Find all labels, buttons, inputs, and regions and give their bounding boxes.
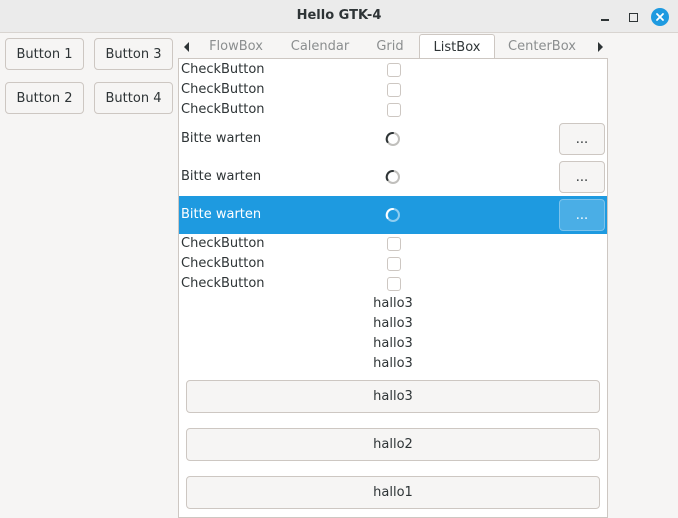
checkbox[interactable]: [387, 257, 401, 271]
close-icon: [656, 13, 664, 21]
checkbutton-label: CheckButton: [181, 276, 265, 291]
checkbox[interactable]: [387, 83, 401, 97]
checkbox[interactable]: [387, 63, 401, 77]
button-2[interactable]: Button 2: [5, 82, 84, 114]
spinner-icon: [385, 208, 400, 222]
minimize-button[interactable]: [595, 7, 615, 27]
more-button[interactable]: ...: [559, 123, 605, 155]
maximize-icon: [628, 12, 638, 22]
tab-listbox[interactable]: ListBox: [419, 34, 495, 60]
more-button[interactable]: ...: [559, 161, 605, 193]
list-item[interactable]: Bitte warten ...: [179, 158, 607, 196]
title-bar: Hello GTK-4: [0, 0, 678, 33]
tab-calendar[interactable]: Calendar: [282, 34, 358, 59]
hallo3-button[interactable]: hallo3: [186, 380, 600, 413]
chevron-right-icon: [597, 41, 603, 52]
list-item[interactable]: CheckButton: [179, 80, 607, 100]
list-item-selected[interactable]: Bitte warten ...: [179, 196, 607, 234]
notebook-tabs: FlowBox Calendar Grid ListBox CenterBox: [178, 34, 608, 60]
button-4[interactable]: Button 4: [94, 82, 173, 114]
checkbox[interactable]: [387, 277, 401, 291]
wait-label: Bitte warten: [181, 131, 262, 146]
hallo-label: hallo3: [373, 356, 413, 371]
listbox-panel: CheckButton CheckButton CheckButton Bitt…: [178, 58, 608, 518]
close-button[interactable]: [651, 8, 669, 26]
checkbox[interactable]: [387, 237, 401, 251]
button-3[interactable]: Button 3: [94, 38, 173, 70]
checkbutton-label: CheckButton: [181, 102, 265, 117]
window-title: Hello GTK-4: [296, 8, 382, 23]
list-item[interactable]: CheckButton: [179, 100, 607, 120]
tab-centerbox[interactable]: CenterBox: [500, 34, 584, 59]
hallo1-button[interactable]: hallo1: [186, 476, 600, 509]
spinner-icon: [385, 170, 400, 184]
wait-label: Bitte warten: [181, 169, 262, 184]
tab-flowbox[interactable]: FlowBox: [200, 34, 272, 59]
hallo-label: hallo3: [373, 296, 413, 311]
checkbutton-label: CheckButton: [181, 256, 265, 271]
hallo-label: hallo3: [373, 336, 413, 351]
list-item[interactable]: CheckButton: [179, 274, 607, 294]
minimize-icon: [601, 19, 609, 21]
checkbutton-label: CheckButton: [181, 62, 265, 77]
wait-label: Bitte warten: [181, 207, 262, 222]
checkbox[interactable]: [387, 103, 401, 117]
maximize-button[interactable]: [623, 7, 643, 27]
tab-grid[interactable]: Grid: [366, 34, 414, 59]
hallo-label: hallo3: [373, 316, 413, 331]
list-item[interactable]: CheckButton: [179, 60, 607, 80]
button-1[interactable]: Button 1: [5, 38, 84, 70]
checkbutton-label: CheckButton: [181, 82, 265, 97]
checkbutton-label: CheckButton: [181, 236, 265, 251]
tab-scroll-right-button[interactable]: [592, 34, 608, 59]
more-button[interactable]: ...: [559, 199, 605, 231]
spinner-icon: [385, 132, 400, 146]
chevron-left-icon: [183, 41, 189, 52]
hallo2-button[interactable]: hallo2: [186, 428, 600, 461]
tab-scroll-left-button[interactable]: [178, 34, 194, 59]
list-item[interactable]: CheckButton: [179, 234, 607, 254]
list-item[interactable]: Bitte warten ...: [179, 120, 607, 158]
list-item[interactable]: CheckButton: [179, 254, 607, 274]
